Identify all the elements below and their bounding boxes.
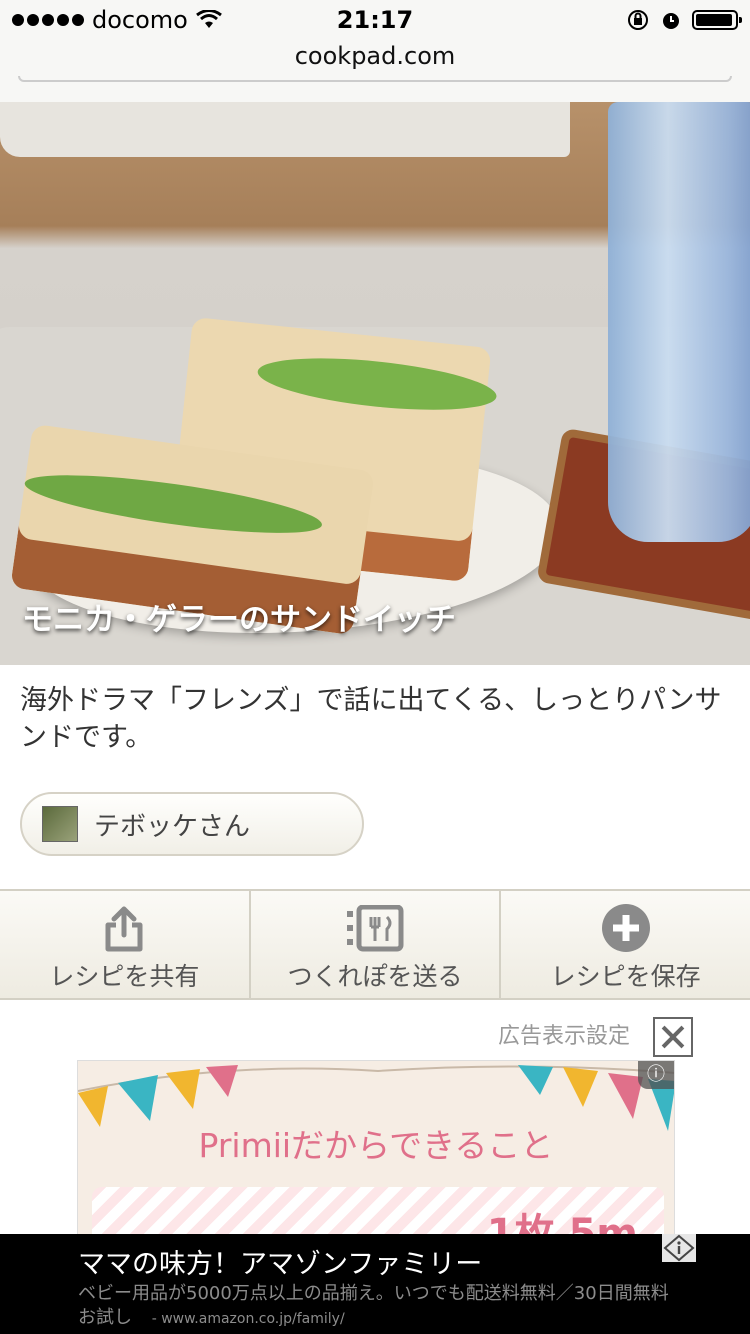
recipe-photo[interactable]: モニカ・ゲラーのサンドイッチ — [0, 102, 750, 665]
action-label: つくれぽを送る — [287, 962, 463, 991]
author-name: テボッケさん — [94, 811, 251, 842]
author-button[interactable]: テボッケさん — [20, 792, 364, 856]
bottom-ad-text: ベビー用品が5000万点以上の品揃え。いつでも配送料無料／30日間無料お試し -… — [78, 1282, 678, 1331]
photo-lettuce — [22, 463, 325, 545]
save-recipe-button[interactable]: レシピを保存 — [499, 891, 750, 998]
battery-icon — [692, 10, 742, 30]
photo-glass — [608, 102, 750, 542]
send-tsukurepo-button[interactable]: つくれぽを送る — [248, 891, 500, 998]
search-box-edge — [18, 76, 732, 82]
status-right — [626, 8, 742, 32]
browser-url-bar[interactable]: cookpad.com — [0, 40, 750, 103]
bottom-ad-headline: ママの味方！アマゾンファミリー — [78, 1249, 483, 1280]
ad-settings-link[interactable]: 広告表示設定 — [498, 1018, 630, 1050]
action-label: レシピを共有 — [49, 962, 200, 991]
bottom-ad-domain: - www.amazon.co.jp/family/ — [151, 1311, 345, 1327]
tsukurepo-icon — [347, 905, 404, 952]
bottom-ad[interactable]: ママの味方！アマゾンファミリー ベビー用品が5000万点以上の品揃え。いつでも配… — [0, 1234, 750, 1334]
alarm-icon — [663, 13, 679, 29]
photo-lettuce — [255, 349, 499, 419]
url-text[interactable]: cookpad.com — [0, 42, 750, 70]
avatar — [42, 806, 78, 842]
recipe-title: モニカ・ゲラーのサンドイッチ — [22, 602, 456, 638]
ad-info-icon[interactable]: ⓘ — [638, 1061, 674, 1089]
adchoices-icon[interactable] — [662, 1234, 696, 1262]
share-recipe-button[interactable]: レシピを共有 — [0, 891, 249, 998]
status-bar: docomo 21:17 — [0, 0, 750, 40]
action-bar: レシピを共有 つくれぽを送る レシピを保存 — [0, 889, 750, 1000]
photo-napkin — [0, 102, 570, 157]
rotation-lock-icon — [628, 10, 648, 30]
action-label: レシピを保存 — [550, 962, 701, 991]
close-icon[interactable] — [653, 1017, 693, 1057]
plus-circle-icon — [601, 904, 650, 952]
recipe-description: 海外ドラマ「フレンズ」で話に出てくる、しっとりパンサンドです。 — [20, 685, 722, 753]
ad-title: Primiiだからできること — [198, 1126, 554, 1165]
share-icon — [105, 906, 143, 952]
